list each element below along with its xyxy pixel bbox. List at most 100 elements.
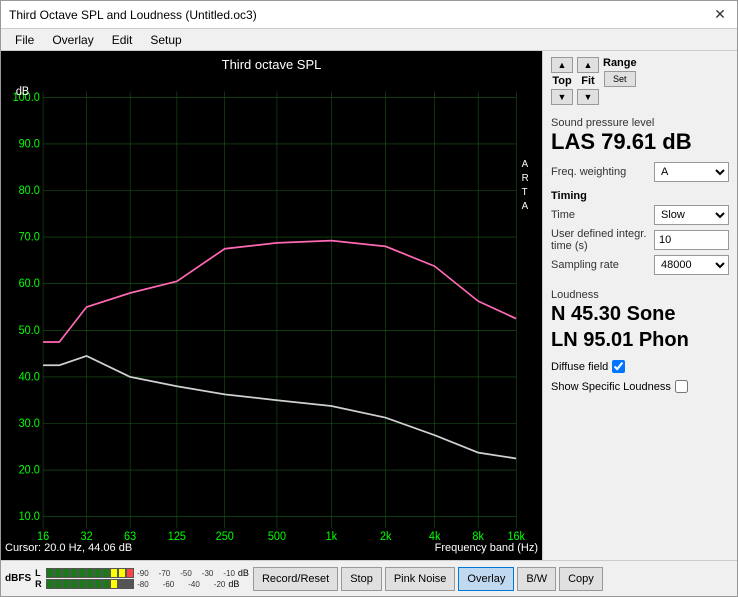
level-R-bar — [46, 579, 134, 589]
stop-button[interactable]: Stop — [341, 567, 382, 591]
menu-edit[interactable]: Edit — [104, 31, 141, 48]
svg-text:50.0: 50.0 — [19, 324, 40, 336]
overlay-button[interactable]: Overlay — [458, 567, 514, 591]
top-label: Top — [552, 75, 571, 87]
loudness-section: Loudness N 45.30 Sone LN 95.01 Phon — [551, 285, 729, 353]
chart-footer: Cursor: 20.0 Hz, 44.06 dB Frequency band… — [5, 540, 538, 556]
window-title: Third Octave SPL and Loudness (Untitled.… — [9, 8, 257, 22]
svg-text:20.0: 20.0 — [19, 464, 40, 476]
range-label: Range — [603, 57, 637, 69]
fit-down-button[interactable]: ▼ — [577, 89, 599, 105]
svg-text:500: 500 — [268, 531, 286, 540]
top-nav-group: ▲ Top ▼ — [551, 57, 573, 105]
level-L-bar — [46, 568, 134, 578]
title-bar: Third Octave SPL and Loudness (Untitled.… — [1, 1, 737, 29]
svg-text:dB: dB — [16, 86, 29, 98]
L-scale: -90-70-50-30-10 — [137, 569, 235, 578]
main-window: Third Octave SPL and Loudness (Untitled.… — [0, 0, 738, 597]
close-button[interactable]: ✕ — [711, 6, 729, 24]
fit-up-button[interactable]: ▲ — [577, 57, 599, 73]
svg-text:90.0: 90.0 — [19, 138, 40, 150]
svg-text:80.0: 80.0 — [19, 185, 40, 197]
time-select[interactable]: Slow Fast — [654, 205, 729, 225]
spl-value: LAS 79.61 dB — [551, 129, 729, 155]
R-scale: -80-60-40-20 — [137, 580, 225, 589]
menu-file[interactable]: File — [7, 31, 42, 48]
dB-label-L: dB — [238, 568, 249, 578]
main-content: Third octave SPL — [1, 51, 737, 560]
diffuse-field-row: Diffuse field — [551, 360, 729, 373]
show-specific-label: Show Specific Loudness — [551, 381, 671, 393]
svg-text:2k: 2k — [380, 531, 392, 540]
user-defined-row: User defined integr. time (s) — [551, 228, 729, 252]
level-meters: L -90-70-50-30-10 dB — [35, 568, 249, 589]
sampling-select[interactable]: 48000 44100 — [654, 255, 729, 275]
svg-text:250: 250 — [216, 531, 234, 540]
copy-button[interactable]: Copy — [559, 567, 603, 591]
menu-bar: File Overlay Edit Setup — [1, 29, 737, 51]
nav-controls: ▲ Top ▼ ▲ Fit ▼ Range Set — [551, 57, 729, 105]
svg-text:70.0: 70.0 — [19, 231, 40, 243]
chart-area: Third octave SPL — [1, 51, 542, 560]
chart-container: 100.0 90.0 80.0 70.0 60.0 50.0 40.0 30.0… — [5, 74, 538, 540]
level-L-row: L -90-70-50-30-10 dB — [35, 568, 249, 578]
svg-text:63: 63 — [124, 531, 136, 540]
range-button[interactable]: Set — [604, 71, 636, 87]
bottom-bar: dBFS L -9 — [1, 560, 737, 596]
dbfs-label: dBFS — [5, 573, 31, 584]
loudness-section-label: Loudness — [551, 289, 729, 301]
user-defined-label: User defined integr. time (s) — [551, 228, 651, 252]
time-label: Time — [551, 209, 575, 221]
show-specific-checkbox[interactable] — [675, 380, 688, 393]
menu-setup[interactable]: Setup — [142, 31, 189, 48]
top-up-button[interactable]: ▲ — [551, 57, 573, 73]
time-row: Time Slow Fast — [551, 205, 729, 225]
freq-weighting-select[interactable]: A B C Z — [654, 162, 729, 182]
diffuse-field-checkbox[interactable] — [612, 360, 625, 373]
right-panel: ▲ Top ▼ ▲ Fit ▼ Range Set Sound pressure… — [542, 51, 737, 560]
svg-text:10.0: 10.0 — [19, 511, 40, 523]
freq-weighting-row: Freq. weighting A B C Z — [551, 162, 729, 182]
fit-label: Fit — [581, 75, 594, 87]
top-down-button[interactable]: ▼ — [551, 89, 573, 105]
chart-title: Third octave SPL — [5, 55, 538, 74]
timing-title: Timing — [551, 190, 729, 202]
menu-overlay[interactable]: Overlay — [44, 31, 101, 48]
level-R-row: R -80-60-40-20 dB — [35, 579, 249, 589]
sampling-label: Sampling rate — [551, 259, 619, 271]
freq-weighting-label: Freq. weighting — [551, 166, 626, 178]
svg-text:125: 125 — [168, 531, 186, 540]
fit-nav-group: ▲ Fit ▼ — [577, 57, 599, 105]
svg-text:60.0: 60.0 — [19, 278, 40, 290]
svg-text:32: 32 — [81, 531, 93, 540]
svg-text:A: A — [522, 201, 529, 212]
bw-button[interactable]: B/W — [517, 567, 556, 591]
sampling-row: Sampling rate 48000 44100 — [551, 255, 729, 275]
svg-text:16k: 16k — [507, 531, 525, 540]
svg-text:8k: 8k — [472, 531, 484, 540]
L-label: L — [35, 568, 45, 578]
user-defined-input[interactable] — [654, 230, 729, 250]
action-buttons: Record/Reset Stop Pink Noise Overlay B/W… — [253, 567, 603, 591]
ln-value: LN 95.01 Phon — [551, 327, 729, 353]
svg-text:1k: 1k — [326, 531, 338, 540]
chart-svg: 100.0 90.0 80.0 70.0 60.0 50.0 40.0 30.0… — [5, 74, 538, 540]
spl-section-label: Sound pressure level — [551, 117, 729, 129]
svg-text:4k: 4k — [429, 531, 441, 540]
dB-label-R: dB — [228, 579, 239, 589]
n-value: N 45.30 Sone — [551, 301, 729, 327]
svg-text:R: R — [522, 173, 529, 184]
svg-text:T: T — [522, 187, 528, 198]
spl-section: Sound pressure level LAS 79.61 dB — [551, 113, 729, 155]
pink-noise-button[interactable]: Pink Noise — [385, 567, 456, 591]
freq-band-label: Frequency band (Hz) — [435, 542, 538, 554]
diffuse-field-label: Diffuse field — [551, 361, 608, 373]
show-specific-row: Show Specific Loudness — [551, 380, 729, 393]
cursor-text: Cursor: 20.0 Hz, 44.06 dB — [5, 542, 132, 554]
svg-text:16: 16 — [37, 531, 49, 540]
R-label: R — [35, 579, 45, 589]
timing-section: Timing Time Slow Fast User defined integ… — [551, 190, 729, 275]
record-reset-button[interactable]: Record/Reset — [253, 567, 338, 591]
svg-text:30.0: 30.0 — [19, 418, 40, 430]
svg-text:40.0: 40.0 — [19, 371, 40, 383]
